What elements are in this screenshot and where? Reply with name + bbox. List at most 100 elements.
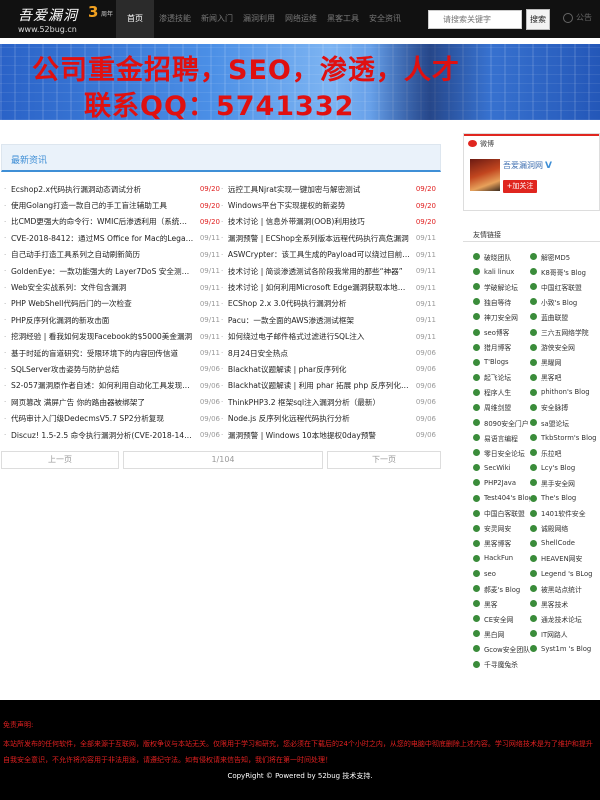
avatar[interactable] <box>470 159 500 191</box>
friend-link[interactable]: phithon's Blog <box>530 385 600 400</box>
nav-ops[interactable]: 网络运维 <box>280 0 322 38</box>
friend-link-label[interactable]: 8090安全门户 <box>484 418 529 428</box>
friend-link-label[interactable]: IT网路人 <box>541 629 568 639</box>
friend-link[interactable]: HEAVEN网安 <box>530 551 600 566</box>
friend-link-label[interactable]: 神刀安全网 <box>484 312 518 322</box>
news-link[interactable]: CVE-2018-8412：通过MS Office for Mac的Legacy… <box>11 233 194 244</box>
news-link[interactable]: ASWCrypter：该工具生成的Payload可以绕过目前所有… <box>228 249 410 260</box>
friend-link[interactable]: 1401软件安全 <box>530 506 600 521</box>
friend-link-label[interactable]: 通龙技术论坛 <box>541 614 582 624</box>
friend-link[interactable]: 郝麦's Blog <box>473 581 530 596</box>
news-link[interactable]: Node.js 反序列化远程代码执行分析 <box>228 413 410 424</box>
friend-link-label[interactable]: 解密MD5 <box>541 252 570 262</box>
friend-link-label[interactable]: Test404's Blog <box>484 494 530 502</box>
news-link[interactable]: PHP反序列化漏洞的新攻击面 <box>11 315 194 326</box>
friend-link-label[interactable]: 黑客吧 <box>541 372 561 382</box>
news-link[interactable]: Blackhat议题解读 | 利用 phar 拓展 php 反序列化漏洞… <box>228 380 410 391</box>
search-input[interactable] <box>428 10 522 29</box>
next-page-button[interactable]: 下一页 <box>327 451 441 469</box>
friend-link-label[interactable]: CE安全网 <box>484 614 513 624</box>
news-link[interactable]: 漏洞预警 | ECShop全系列版本远程代码执行高危漏洞 <box>228 233 410 244</box>
friend-link[interactable]: 程序人生 <box>473 385 530 400</box>
friend-link-label[interactable]: 黑手安全网 <box>541 478 575 488</box>
news-link[interactable]: Blackhat议题解读 | phar反序列化 <box>228 364 410 375</box>
news-link[interactable]: Windows平台下实现提权的新姿势 <box>228 200 410 211</box>
friend-link-label[interactable]: 学破解论坛 <box>484 282 518 292</box>
friend-link[interactable]: Syst1m 's Blog <box>530 641 600 656</box>
friend-link-label[interactable]: seo <box>484 570 496 578</box>
friend-link-label[interactable]: kali linux <box>484 268 514 276</box>
friend-link[interactable]: CE安全网 <box>473 611 530 626</box>
friend-link-label[interactable]: seo博客 <box>484 327 509 337</box>
friend-link[interactable]: Lcy's Blog <box>530 460 600 475</box>
friend-link[interactable]: 安全脉搏 <box>530 400 600 415</box>
friend-link-label[interactable]: 安灵网安 <box>484 523 511 533</box>
friend-link-label[interactable]: 黑客博客 <box>484 538 511 548</box>
friend-link[interactable]: SecWiki <box>473 460 530 475</box>
friend-link-label[interactable]: K8哥哥's Blog <box>541 267 586 277</box>
friend-link-label[interactable]: PHP2Java <box>484 479 516 487</box>
friend-link-label[interactable]: 零日安全论坛 <box>484 448 525 458</box>
friend-link[interactable]: 零日安全论坛 <box>473 445 530 460</box>
nav-beginner[interactable]: 新闻入门 <box>196 0 238 38</box>
friend-link[interactable]: 小致's Blog <box>530 294 600 309</box>
friend-link[interactable]: seo博客 <box>473 324 530 339</box>
friend-link[interactable]: 黑客吧 <box>530 370 600 385</box>
news-link[interactable]: SQLServer攻击姿势与防护总结 <box>11 364 194 375</box>
friend-link-label[interactable]: 蓝曲联盟 <box>541 312 568 322</box>
friend-link-label[interactable]: Lcy's Blog <box>541 464 575 472</box>
friend-link[interactable]: K8哥哥's Blog <box>530 264 600 279</box>
friend-link[interactable]: 被黑站点统计 <box>530 581 600 596</box>
news-link[interactable]: 8月24日安全热点 <box>228 348 410 359</box>
friend-link[interactable]: 黑客技术 <box>530 596 600 611</box>
friend-link[interactable]: sa盟论坛 <box>530 415 600 430</box>
nav-pentest[interactable]: 渗透技能 <box>154 0 196 38</box>
friend-link[interactable]: 解密MD5 <box>530 249 600 264</box>
friend-link-label[interactable]: HackFun <box>484 554 513 562</box>
friend-link[interactable]: 周维剑盟 <box>473 400 530 415</box>
news-link[interactable]: 如何绕过电子邮件格式过滤进行SQL注入 <box>228 331 410 342</box>
site-logo[interactable]: 吾爱漏洞 3 周年 www.52bug.cn <box>14 3 118 36</box>
news-link[interactable]: ECShop 2.x 3.0代码执行漏洞分析 <box>228 298 410 309</box>
friend-link[interactable]: 通龙技术论坛 <box>530 611 600 626</box>
news-link[interactable]: 代码审计入门级DedecmsV5.7 SP2分析复现 <box>11 413 194 424</box>
friend-link-label[interactable]: 1401软件安全 <box>541 508 586 518</box>
news-link[interactable]: Web安全实战系列：文件包含漏洞 <box>11 282 194 293</box>
friend-link[interactable]: The's Blog <box>530 491 600 506</box>
friend-link[interactable]: 蓝曲联盟 <box>530 309 600 324</box>
friend-link-label[interactable]: ShellCode <box>541 539 575 547</box>
friend-link-label[interactable]: 猎月博客 <box>484 342 511 352</box>
friend-link-label[interactable]: 安全脉搏 <box>541 402 568 412</box>
friend-link-label[interactable]: SecWiki <box>484 464 511 472</box>
nav-home[interactable]: 首页 <box>116 0 154 38</box>
prev-page-button[interactable]: 上一页 <box>1 451 119 469</box>
friend-link[interactable]: 诚殿网络 <box>530 521 600 536</box>
friend-link[interactable]: TkbStorm's Blog <box>530 430 600 445</box>
friend-link[interactable]: seo <box>473 566 530 581</box>
follow-button[interactable]: +加关注 <box>503 180 537 193</box>
friend-link[interactable]: 中国白客联盟 <box>473 506 530 521</box>
friend-link[interactable]: 安灵网安 <box>473 521 530 536</box>
weibo-name-text[interactable]: 吾爱漏洞网 <box>503 161 543 170</box>
message-icon[interactable] <box>563 13 573 23</box>
friend-link-label[interactable]: 郝麦's Blog <box>484 584 520 594</box>
nav-news[interactable]: 安全资讯 <box>364 0 406 38</box>
friend-link-label[interactable]: 程序人生 <box>484 387 511 397</box>
friend-link-label[interactable]: 被黑站点统计 <box>541 584 582 594</box>
nav-exploit[interactable]: 漏洞利用 <box>238 0 280 38</box>
friend-link-label[interactable]: 黑白网 <box>484 629 504 639</box>
news-link[interactable]: 使用Golang打造一款自己的手工盲注辅助工具 <box>11 200 194 211</box>
friend-link[interactable]: 黑白网 <box>473 626 530 641</box>
friend-link-label[interactable]: Gcow安全团队 <box>484 644 530 654</box>
friend-link-label[interactable]: 小致's Blog <box>541 297 577 307</box>
message-label[interactable]: 公告 <box>576 12 592 23</box>
news-link[interactable]: 技术讨论 | 如何利用Microsoft Edge漏洞获取本地文件? <box>228 282 410 293</box>
friend-link[interactable]: HackFun <box>473 551 530 566</box>
friend-link[interactable]: ShellCode <box>530 536 600 551</box>
friend-link[interactable]: 起飞论坛 <box>473 370 530 385</box>
news-link[interactable]: 比CMD更强大的命令行：WMIC后渗透利用（系统命令） <box>11 216 194 227</box>
friend-link[interactable]: Test404's Blog <box>473 491 530 506</box>
friend-link[interactable]: 8090安全门户 <box>473 415 530 430</box>
news-link[interactable]: 技术讨论 | 信息外带漏洞(OOB)利用技巧 <box>228 216 410 227</box>
friend-link-label[interactable]: 黑客 <box>484 599 498 609</box>
